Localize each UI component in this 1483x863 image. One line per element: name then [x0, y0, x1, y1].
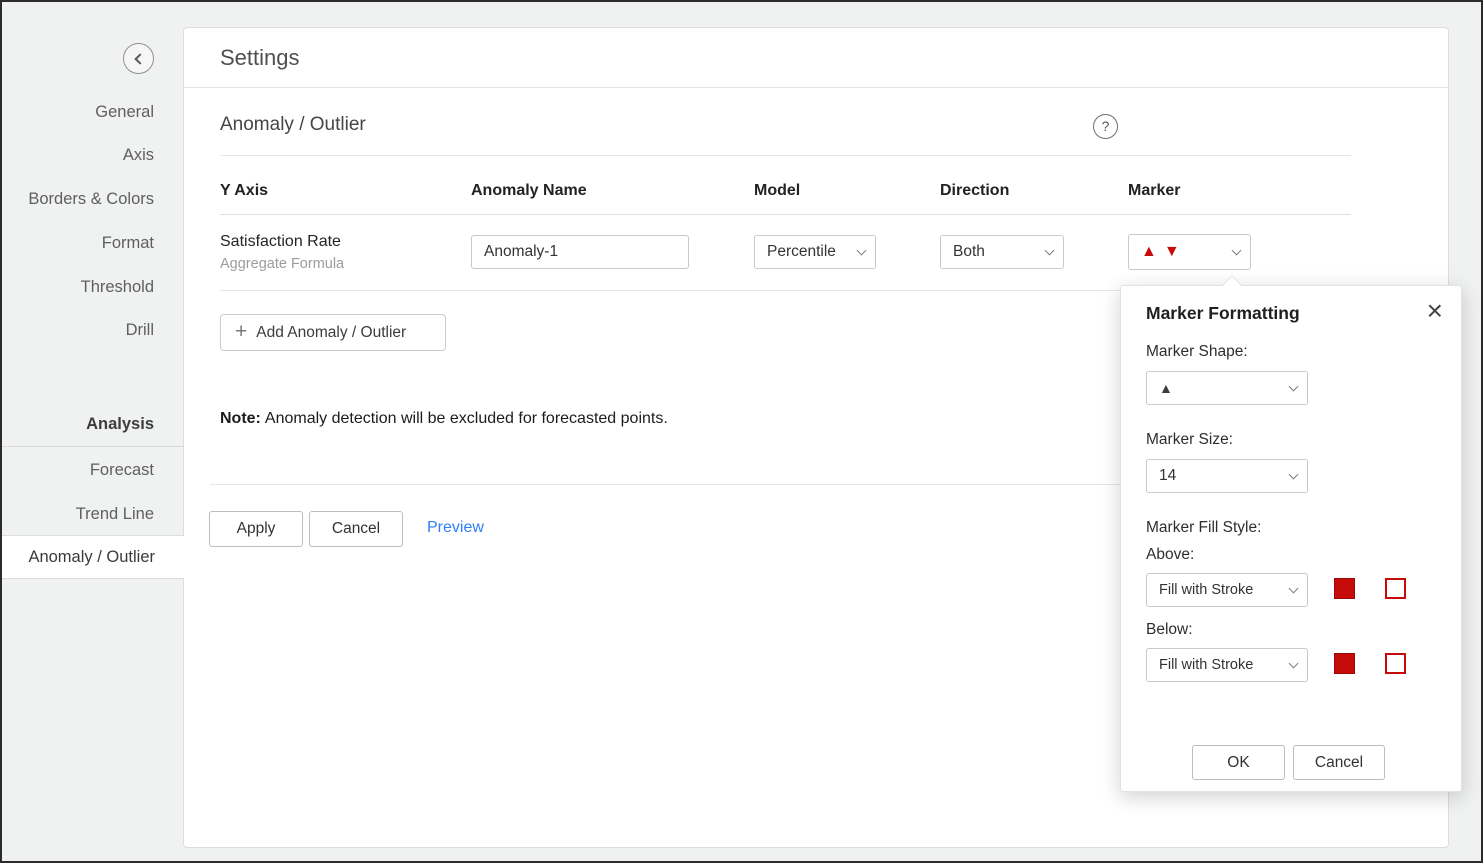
column-header-marker: Marker: [1128, 182, 1180, 200]
apply-button[interactable]: Apply: [209, 511, 303, 547]
shape-triangle-icon: ▲: [1159, 381, 1173, 395]
popover-cancel-button[interactable]: Cancel: [1293, 745, 1385, 780]
fill-style-below-value: Fill with Stroke: [1159, 657, 1253, 673]
sidebar-item-drill[interactable]: Drill: [126, 318, 154, 342]
settings-screen: General Axis Borders & Colors Format Thr…: [0, 0, 1483, 863]
chevron-down-icon: [1045, 245, 1055, 255]
section-title: Anomaly / Outlier: [220, 114, 366, 136]
add-anomaly-button[interactable]: + Add Anomaly / Outlier: [220, 314, 446, 351]
below-stroke-color-swatch[interactable]: [1385, 653, 1406, 674]
sidebar-item-borders-colors[interactable]: Borders & Colors: [28, 187, 154, 211]
marker-select[interactable]: ▲ ▼: [1128, 234, 1251, 270]
model-select[interactable]: Percentile: [754, 235, 876, 269]
marker-size-value: 14: [1159, 467, 1176, 485]
fill-style-above-value: Fill with Stroke: [1159, 582, 1253, 598]
sidebar-item-trend-line[interactable]: Trend Line: [76, 502, 154, 526]
chevron-down-icon: [1289, 583, 1299, 593]
chevron-down-icon: [1289, 469, 1299, 479]
note-label: Note:: [220, 410, 261, 427]
chevron-down-icon: [1289, 381, 1299, 391]
direction-select-value: Both: [953, 243, 985, 261]
back-button[interactable]: [123, 43, 154, 74]
note-body: Anomaly detection will be excluded for f…: [265, 410, 668, 427]
column-header-anomaly-name: Anomaly Name: [471, 182, 587, 200]
anomaly-name-input[interactable]: [471, 235, 689, 269]
below-label: Below:: [1146, 621, 1193, 639]
help-icon[interactable]: ?: [1093, 114, 1118, 139]
marker-shape-label: Marker Shape:: [1146, 343, 1248, 361]
below-fill-color-swatch[interactable]: [1334, 653, 1355, 674]
marker-formatting-popover: Marker Formatting × Marker Shape: ▲ Mark…: [1120, 285, 1462, 792]
panel-header: Settings: [184, 28, 1448, 88]
cancel-button[interactable]: Cancel: [309, 511, 403, 547]
divider: [220, 214, 1351, 215]
sidebar-item-forecast[interactable]: Forecast: [90, 458, 154, 482]
above-stroke-color-swatch[interactable]: [1385, 578, 1406, 599]
sidebar-item-axis[interactable]: Axis: [123, 143, 154, 167]
fill-style-above-select[interactable]: Fill with Stroke: [1146, 573, 1308, 607]
sidebar-item-threshold[interactable]: Threshold: [81, 275, 154, 299]
marker-fill-style-label: Marker Fill Style:: [1146, 519, 1261, 537]
column-header-direction: Direction: [940, 182, 1009, 200]
popover-ok-button[interactable]: OK: [1192, 745, 1285, 780]
preview-link[interactable]: Preview: [427, 519, 484, 537]
above-label: Above:: [1146, 546, 1194, 564]
fill-style-below-select[interactable]: Fill with Stroke: [1146, 648, 1308, 682]
chevron-down-icon: [857, 245, 867, 255]
sidebar-section-analysis: Analysis: [86, 412, 154, 436]
marker-down-triangle-icon: ▼: [1164, 244, 1180, 260]
sidebar-item-format[interactable]: Format: [102, 231, 154, 255]
marker-size-label: Marker Size:: [1146, 431, 1233, 449]
settings-sidebar: General Axis Borders & Colors Format Thr…: [2, 2, 183, 861]
model-select-value: Percentile: [767, 243, 836, 261]
direction-select[interactable]: Both: [940, 235, 1064, 269]
chevron-left-icon: [134, 53, 145, 64]
add-anomaly-label: Add Anomaly / Outlier: [256, 324, 406, 342]
marker-size-select[interactable]: 14: [1146, 459, 1308, 493]
sidebar-divider: [2, 446, 183, 447]
plus-icon: +: [235, 321, 247, 342]
above-fill-color-swatch[interactable]: [1334, 578, 1355, 599]
page-title: Settings: [220, 45, 300, 71]
sidebar-item-anomaly-outlier[interactable]: Anomaly / Outlier: [2, 535, 184, 579]
chevron-down-icon: [1232, 245, 1242, 255]
y-axis-subtitle: Aggregate Formula: [220, 256, 344, 272]
column-header-model: Model: [754, 182, 800, 200]
y-axis-value: Satisfaction Rate: [220, 233, 341, 251]
marker-up-triangle-icon: ▲: [1141, 244, 1157, 260]
chevron-down-icon: [1289, 658, 1299, 668]
sidebar-item-label: Anomaly / Outlier: [28, 548, 155, 567]
sidebar-item-general[interactable]: General: [95, 100, 154, 124]
marker-shape-select[interactable]: ▲: [1146, 371, 1308, 405]
column-header-y-axis: Y Axis: [220, 182, 268, 200]
divider: [220, 155, 1351, 156]
close-icon[interactable]: ×: [1427, 294, 1443, 328]
marker-select-value: ▲ ▼: [1141, 244, 1180, 260]
note-text: Note:Anomaly detection will be excluded …: [220, 410, 668, 428]
popover-title: Marker Formatting: [1146, 303, 1300, 324]
